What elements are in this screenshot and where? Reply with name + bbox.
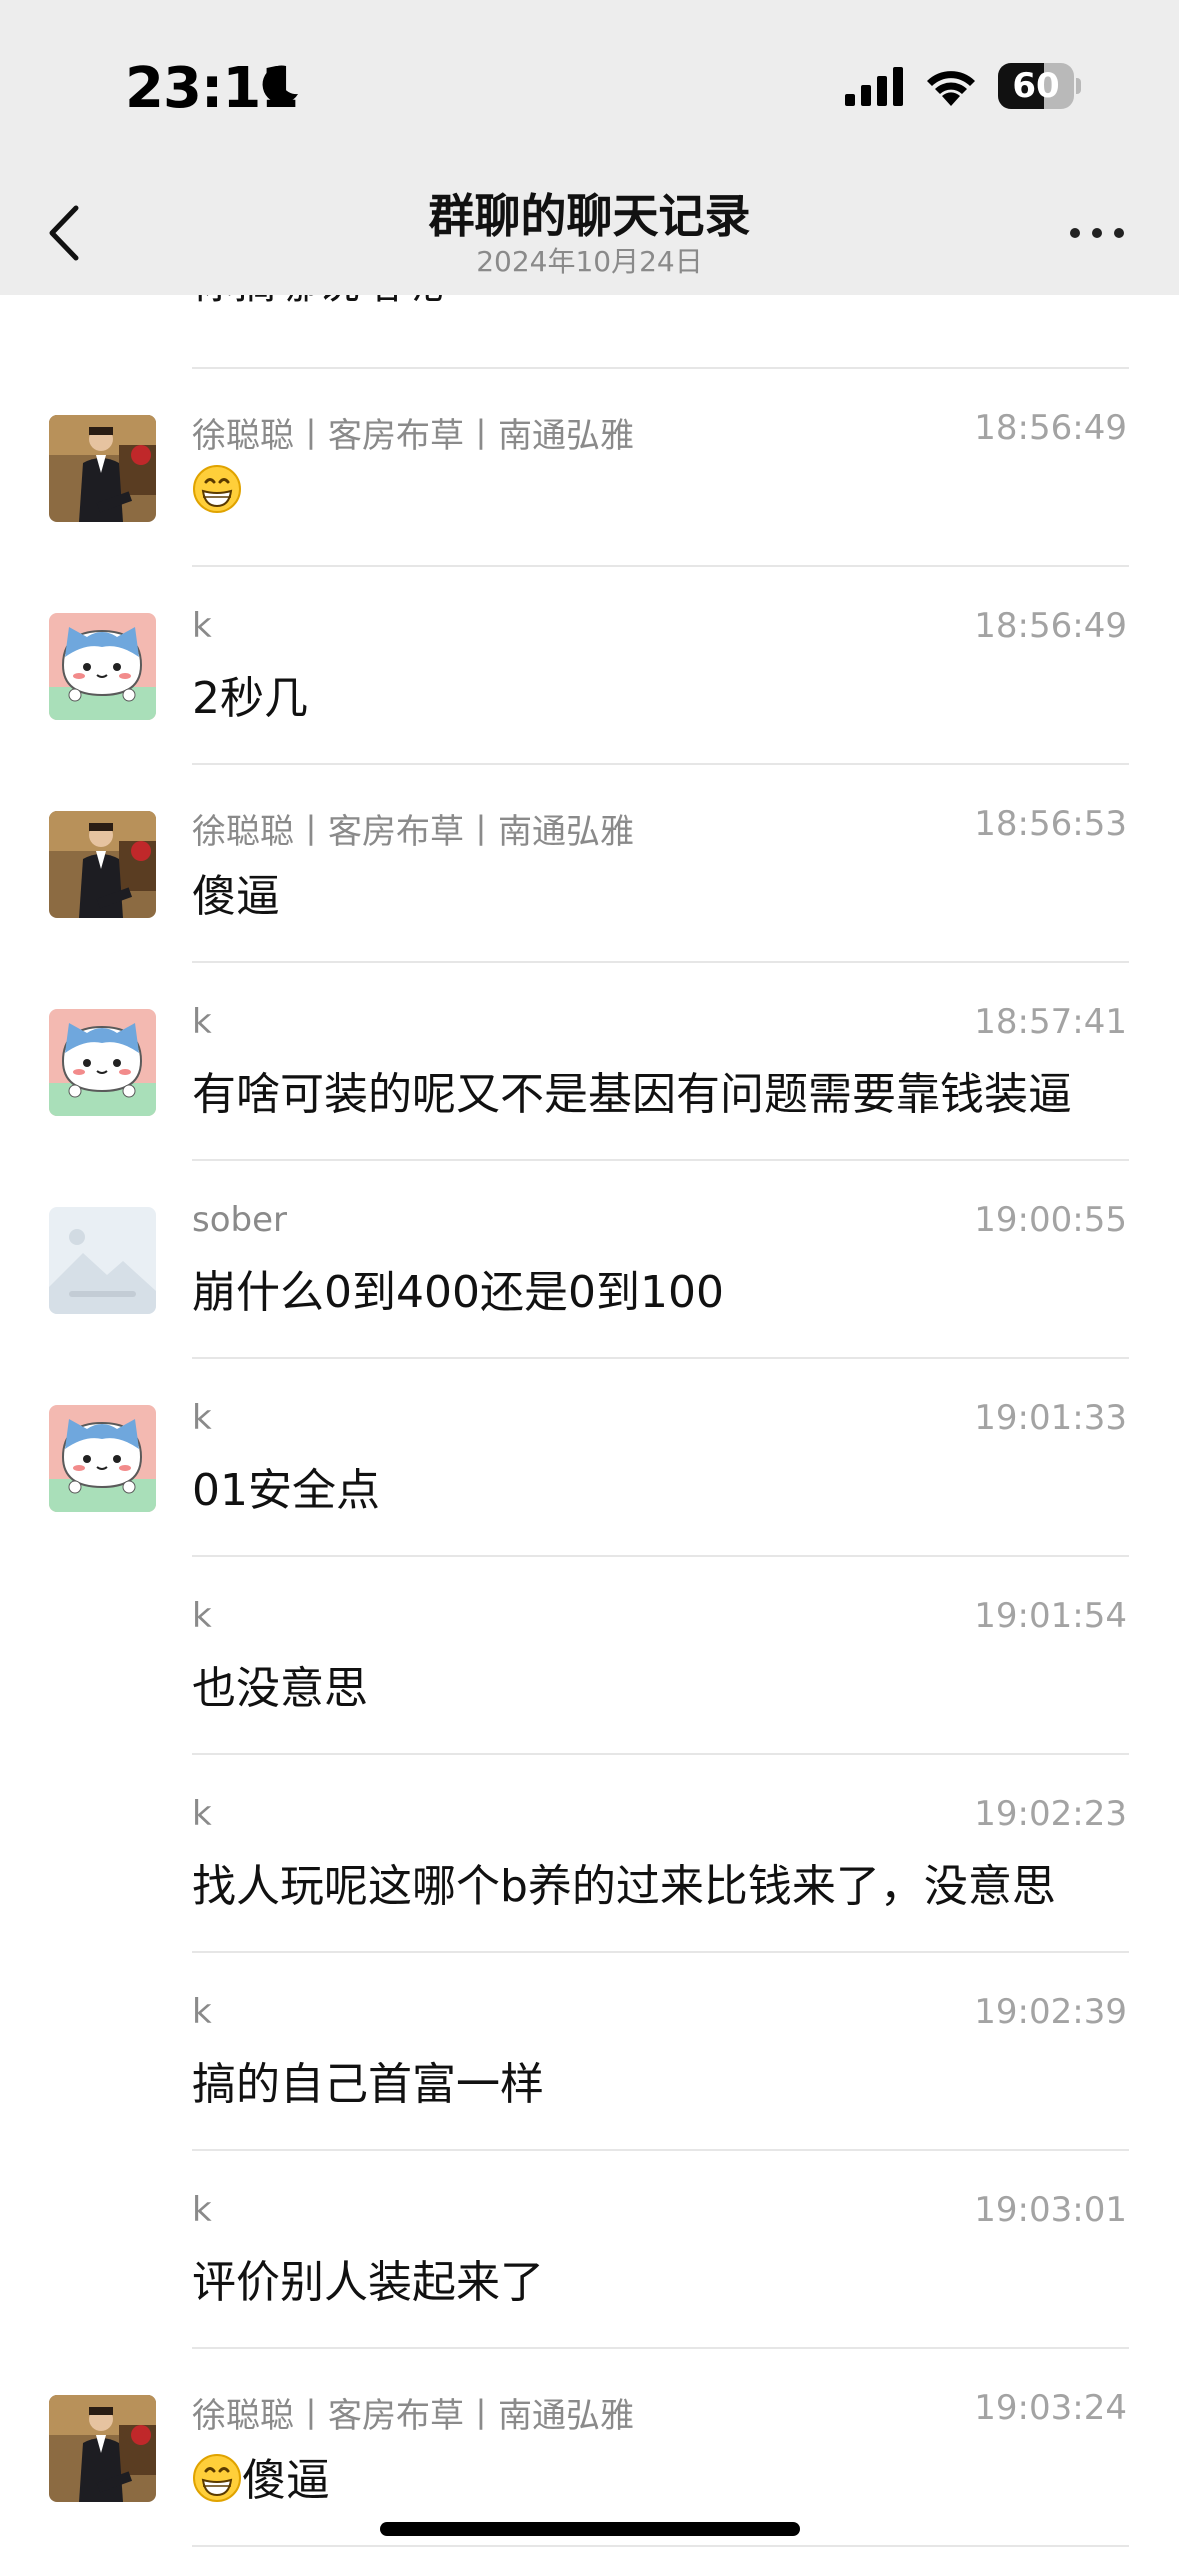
grinning-face-icon bbox=[193, 465, 241, 513]
sender-name: k bbox=[192, 1398, 212, 1438]
more-dots-icon[interactable] bbox=[1068, 210, 1126, 256]
message-text-content: 有啥可装的呢又不是基因有问题需要靠钱装逼 bbox=[192, 1069, 1072, 1120]
message-time: 19:02:39 bbox=[974, 1992, 1127, 2032]
moon-icon bbox=[262, 65, 298, 104]
wifi-icon bbox=[927, 71, 975, 106]
message-text-content: 2秒几 bbox=[192, 673, 308, 724]
emoji bbox=[192, 465, 242, 517]
sender-name: 徐聪聪丨客房布草丨南通弘雅 bbox=[192, 2396, 634, 2436]
sender-name: k bbox=[192, 1002, 212, 1042]
message-row[interactable]: k 18:57:41 有啥可装的呢又不是基因有问题需要靠钱装逼 bbox=[0, 962, 1179, 1160]
sender-name: k bbox=[192, 1596, 212, 1636]
sender-name: 徐聪聪丨客房布草丨南通弘雅 bbox=[192, 416, 634, 456]
avatar[interactable] bbox=[49, 1405, 156, 1512]
emoji bbox=[192, 2454, 242, 2506]
message-row[interactable]: k 19:02:39 搞的自己首富一样 bbox=[0, 1952, 1179, 2150]
message-text: 有啥可装的呢又不是基因有问题需要靠钱装逼 bbox=[192, 1058, 1072, 1122]
sender-name: k bbox=[192, 2190, 212, 2230]
message-time: 18:57:41 bbox=[974, 1002, 1127, 1042]
message-text: 也没意思 bbox=[192, 1652, 368, 1716]
page-subtitle-date: 2024年10月24日 bbox=[476, 245, 703, 278]
message-row[interactable]: 徐聪聪丨客房布草丨南通弘雅 18:56:53 傻逼 bbox=[0, 764, 1179, 962]
navigation-bar: 群聊的聊天记录 2024年10月24日 bbox=[0, 170, 1179, 295]
battery-body: 60 bbox=[998, 63, 1074, 109]
message-text-content: 傻逼 bbox=[192, 871, 280, 922]
page-title: 群聊的聊天记录 bbox=[428, 189, 751, 243]
message-time: 19:01:33 bbox=[974, 1398, 1127, 1438]
message-row[interactable]: k 18:56:49 2秒几 bbox=[0, 566, 1179, 764]
message-text bbox=[192, 464, 242, 517]
message-row[interactable]: 徐聪聪丨客房布草丨南通弘雅 18:56:49 bbox=[0, 368, 1179, 566]
message-text: 傻逼 bbox=[192, 860, 280, 924]
message-text: 傻逼 bbox=[192, 2444, 330, 2508]
sender-name: sober bbox=[192, 1200, 287, 1240]
message-time: 18:56:49 bbox=[974, 408, 1127, 448]
message-row[interactable]: k 19:02:23 找人玩呢这哪个b养的过来比钱来了，没意思 bbox=[0, 1754, 1179, 1952]
message-time: 18:56:49 bbox=[974, 606, 1127, 646]
message-text: 崩什么0到400还是0到100 bbox=[192, 1256, 724, 1320]
sender-name: k bbox=[192, 1992, 212, 2032]
message-time: 19:03:24 bbox=[974, 2388, 1127, 2428]
status-bar: 23:11 60 bbox=[0, 0, 1179, 170]
sender-name: k bbox=[192, 1794, 212, 1834]
message-text-content: 傻逼 bbox=[242, 2455, 330, 2506]
home-indicator[interactable] bbox=[380, 2522, 800, 2536]
message-time: 18:56:53 bbox=[974, 804, 1127, 844]
avatar[interactable] bbox=[49, 811, 156, 918]
sender-name: k bbox=[192, 606, 212, 646]
message-text-content: 崩什么0到400还是0到100 bbox=[192, 1267, 724, 1318]
message-text-content: 也没意思 bbox=[192, 1663, 368, 1714]
message-time: 19:01:54 bbox=[974, 1596, 1127, 1636]
avatar[interactable] bbox=[49, 415, 156, 522]
message-text: 01安全点 bbox=[192, 1454, 380, 1518]
message-text: 搞的自己首富一样 bbox=[192, 2048, 544, 2112]
message-time: 19:03:01 bbox=[974, 2190, 1127, 2230]
message-list[interactable]: 你搞哪说啥呢 徐聪聪丨客房布草丨南通弘雅 18:56:49 k 18:56:49 2秒几… bbox=[0, 295, 1179, 2556]
message-time: 19:00:55 bbox=[974, 1200, 1127, 1240]
message-text-content: 评价别人装起来了 bbox=[192, 2257, 544, 2308]
avatar[interactable] bbox=[49, 1009, 156, 1116]
partial-message-text: 你搞哪说啥呢 bbox=[192, 295, 444, 311]
message-text-content: 01安全点 bbox=[192, 1465, 380, 1516]
message-time: 19:02:23 bbox=[974, 1794, 1127, 1834]
message-row[interactable]: 徐聪聪丨客房布草丨南通弘雅 19:03:24 傻逼 bbox=[0, 2348, 1179, 2546]
message-text: 评价别人装起来了 bbox=[192, 2246, 544, 2310]
top-bar: 23:11 60 群聊的聊天记录 2024年10月24日 bbox=[0, 0, 1179, 295]
message-row[interactable]: k 19:01:54 也没意思 bbox=[0, 1556, 1179, 1754]
avatar[interactable] bbox=[49, 613, 156, 720]
battery-percent: 60 bbox=[1012, 66, 1060, 106]
message-row[interactable]: k 19:01:33 01安全点 bbox=[0, 1358, 1179, 1556]
message-row[interactable]: k 19:03:01 评价别人装起来了 bbox=[0, 2150, 1179, 2348]
battery-indicator: 60 bbox=[998, 63, 1082, 109]
message-row[interactable]: sober 19:00:55 崩什么0到400还是0到100 bbox=[0, 1160, 1179, 1358]
message-text-content: 找人玩呢这哪个b养的过来比钱来了，没意思 bbox=[192, 1861, 1056, 1912]
message-text: 找人玩呢这哪个b养的过来比钱来了，没意思 bbox=[192, 1850, 1056, 1914]
avatar[interactable] bbox=[49, 2395, 156, 2502]
cellular-signal-icon bbox=[845, 67, 903, 106]
sender-name: 徐聪聪丨客房布草丨南通弘雅 bbox=[192, 812, 634, 852]
battery-nub bbox=[1076, 78, 1081, 94]
message-text-content: 搞的自己首富一样 bbox=[192, 2059, 544, 2110]
avatar[interactable] bbox=[49, 1207, 156, 1314]
grinning-face-icon bbox=[193, 2454, 241, 2502]
separator bbox=[192, 2545, 1129, 2547]
message-text: 2秒几 bbox=[192, 662, 308, 726]
